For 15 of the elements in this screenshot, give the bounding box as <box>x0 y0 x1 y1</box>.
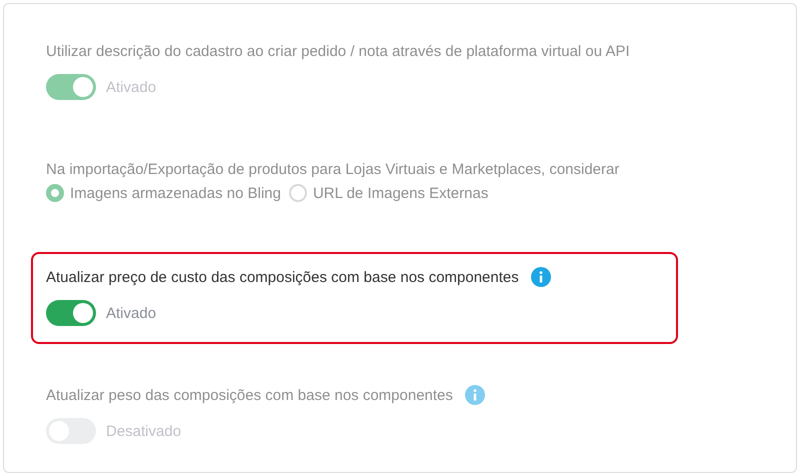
radio-label[interactable]: Imagens armazenadas no Bling <box>70 184 281 202</box>
radio-button[interactable] <box>46 184 64 202</box>
radio-button[interactable] <box>288 184 307 202</box>
toggle-status: Ativado <box>106 78 156 96</box>
setting-label: Na importação/Exportação de produtos para Lojas Virtuais e Marketplaces, considerar <box>46 160 620 178</box>
toggle-status: Ativado <box>106 304 156 322</box>
setting-label: Atualizar preço de custo das composições com base nos componentes <box>46 268 519 286</box>
toggle-switch[interactable] <box>46 74 96 100</box>
toggle-status: Desativado <box>106 422 182 440</box>
setting-label: Atualizar peso das composições com base nos componentes <box>46 386 453 404</box>
info-icon[interactable] <box>464 385 485 405</box>
setting-label: Utilizar descrição do cadastro ao criar pedido / nota através de plataforma virtual ou API <box>46 42 630 60</box>
radio-label[interactable]: URL de Imagens Externas <box>312 184 488 202</box>
info-icon[interactable] <box>530 267 551 287</box>
toggle-switch[interactable] <box>46 300 96 326</box>
